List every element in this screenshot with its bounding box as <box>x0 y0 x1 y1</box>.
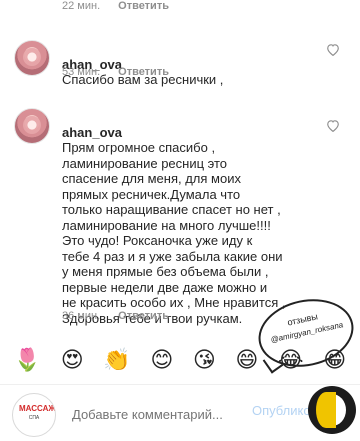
comment-time: 53 мин. <box>62 66 101 78</box>
kissing-face-emoji[interactable]: 😘 <box>193 349 216 371</box>
tulip-emoji[interactable]: 🌷 <box>14 349 41 371</box>
user-avatar[interactable] <box>14 108 50 144</box>
reply-button[interactable]: Ответить <box>118 66 169 78</box>
comment-composer: МАССАЖ СПА Опубликовать <box>0 384 360 441</box>
previous-comment-reply-button[interactable]: Ответить <box>118 0 169 14</box>
smiling-face-emoji[interactable]: 😊 <box>150 349 173 371</box>
corner-logo-icon <box>308 386 360 440</box>
comment-text-block: ahan_ova Спасибо вам за реснички , <box>62 41 320 88</box>
previous-comment-meta: 22 мин. Ответить <box>62 0 169 14</box>
avatar-logo-subtext: СПА <box>28 415 40 421</box>
stamp-handle: @amirgyan_roksana <box>269 320 344 345</box>
heart-outline-icon[interactable] <box>326 42 340 56</box>
comment-username[interactable]: ahan_ova <box>62 125 122 140</box>
laughing-face-emoji[interactable]: 😂 <box>278 349 304 371</box>
comment-input[interactable] <box>70 402 249 426</box>
clapping-hands-emoji[interactable]: 👏 <box>103 349 130 371</box>
comment-body: Прям огромное спасибо , ламинирование ре… <box>62 140 286 326</box>
previous-comment-time: 22 мин. <box>62 0 101 12</box>
emoji-quick-bar: 🌷 😍 👏 😊 😘 😄 😂 😁 <box>0 342 360 378</box>
comment-time: 36 мин. <box>62 310 101 322</box>
big-grin-emoji[interactable]: 😁 <box>323 349 346 371</box>
current-user-avatar: МАССАЖ СПА <box>12 393 56 437</box>
user-avatar[interactable] <box>14 40 50 76</box>
heart-outline-icon[interactable] <box>326 118 340 132</box>
reply-button[interactable]: Ответить <box>118 310 169 322</box>
comment-meta: 53 мин. Ответить <box>62 66 169 78</box>
heart-eyes-emoji[interactable]: 😍 <box>61 349 84 371</box>
comment-meta: 36 мин. Ответить <box>62 310 169 322</box>
grinning-face-emoji[interactable]: 😄 <box>235 349 258 371</box>
avatar-logo-text: МАССАЖ <box>19 404 56 413</box>
comment-item: ahan_ova Спасибо вам за реснички , 53 ми… <box>0 34 360 87</box>
comment-text-block: ahan_ova Прям огромное спасибо , ламинир… <box>62 109 320 326</box>
